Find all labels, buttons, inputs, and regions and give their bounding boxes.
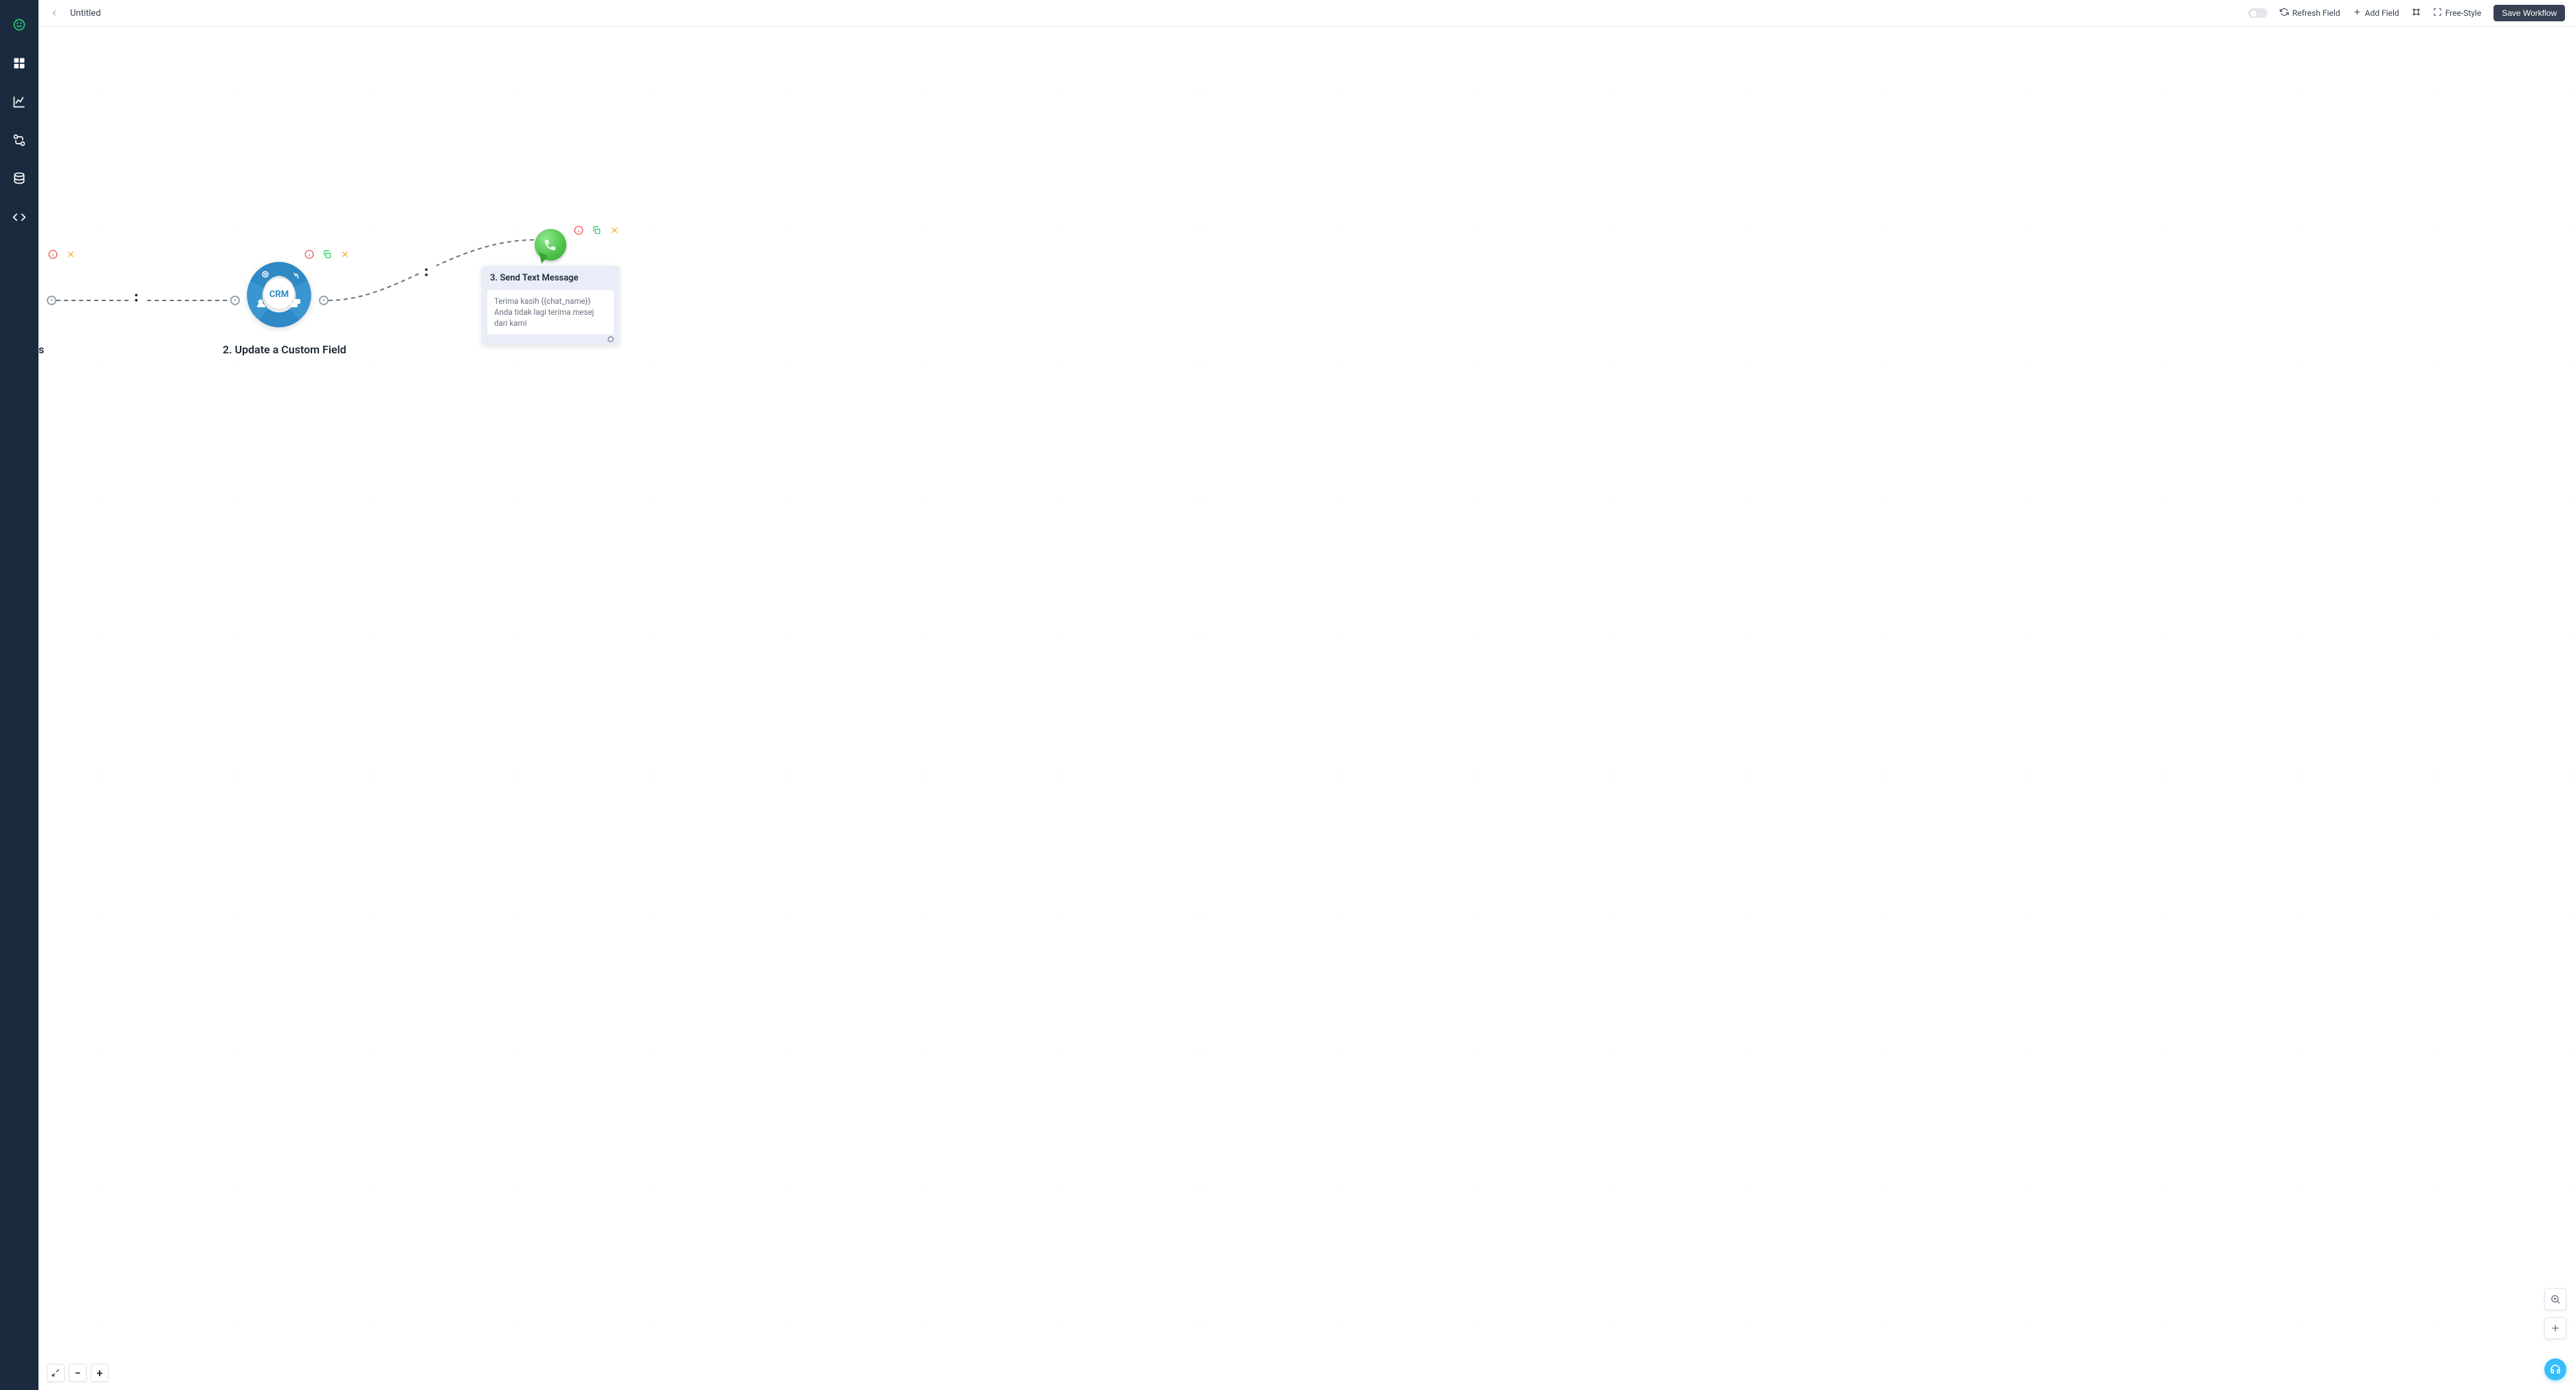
message-line-2: Anda tidak lagi terima mesej dari kami bbox=[494, 307, 607, 329]
toggle-switch[interactable] bbox=[2248, 8, 2267, 18]
save-workflow-button[interactable]: Save Workflow bbox=[2494, 5, 2565, 21]
connector-cut-1[interactable] bbox=[131, 290, 146, 305]
back-button[interactable] bbox=[49, 8, 59, 18]
sidebar-database[interactable] bbox=[5, 165, 33, 192]
plus-icon bbox=[2353, 8, 2362, 19]
crm-text: CRM bbox=[269, 289, 289, 300]
connector-out-node2[interactable] bbox=[319, 296, 329, 305]
connector-out-node1[interactable] bbox=[47, 296, 56, 305]
add-field-button[interactable]: Add Field bbox=[2353, 8, 2399, 19]
sidebar bbox=[0, 0, 38, 1390]
layout-icon bbox=[2412, 8, 2421, 19]
node3-whatsapp[interactable] bbox=[535, 229, 566, 261]
refresh-icon bbox=[2280, 8, 2289, 19]
message-line-1: Terima kasih {{chat_name}} bbox=[494, 296, 607, 307]
node1-info-icon[interactable] bbox=[47, 248, 59, 261]
freestyle-button[interactable]: Free-Style bbox=[2433, 8, 2482, 19]
headset-icon bbox=[2549, 1363, 2562, 1376]
sidebar-logo[interactable] bbox=[5, 11, 33, 38]
node1-close-icon[interactable] bbox=[65, 248, 77, 261]
layout-button[interactable] bbox=[2412, 8, 2421, 19]
node2-crm[interactable]: CRM bbox=[245, 259, 313, 328]
sidebar-dashboard[interactable] bbox=[5, 49, 33, 77]
connector-in-node2[interactable] bbox=[230, 296, 240, 305]
node3-actions bbox=[573, 224, 621, 236]
node1-actions bbox=[47, 248, 77, 261]
node3-copy-icon[interactable] bbox=[590, 224, 603, 236]
node2-copy-icon[interactable] bbox=[321, 248, 333, 261]
zoom-search-button[interactable] bbox=[2544, 1288, 2566, 1310]
node1-label-partial: s bbox=[38, 343, 44, 356]
node2-close-icon[interactable] bbox=[339, 248, 351, 261]
node3-title: 3. Send Text Message bbox=[482, 266, 619, 290]
node3-card-footer bbox=[482, 338, 619, 345]
connector-out-node3[interactable] bbox=[608, 336, 614, 342]
node3-message-body: Terima kasih {{chat_name}} Anda tidak la… bbox=[487, 290, 614, 334]
workflow-canvas[interactable]: s CRM bbox=[38, 27, 2576, 1390]
expand-icon bbox=[2433, 8, 2442, 19]
connector-cut-2[interactable] bbox=[421, 265, 436, 280]
crm-icon: CRM bbox=[245, 259, 313, 328]
sidebar-code[interactable] bbox=[5, 203, 33, 231]
refresh-label: Refresh Field bbox=[2292, 8, 2340, 18]
add-node-button[interactable] bbox=[2544, 1317, 2566, 1339]
page-title: Untitled bbox=[70, 8, 101, 19]
refresh-field-button[interactable]: Refresh Field bbox=[2280, 8, 2340, 19]
support-button[interactable] bbox=[2544, 1358, 2566, 1380]
node3-info-icon[interactable] bbox=[573, 224, 585, 236]
whatsapp-icon bbox=[535, 229, 566, 261]
add-field-label: Add Field bbox=[2365, 8, 2399, 18]
freestyle-label: Free-Style bbox=[2445, 8, 2482, 18]
zoom-controls: − + bbox=[47, 1364, 109, 1382]
floating-actions bbox=[2544, 1288, 2566, 1339]
zoom-fit-button[interactable] bbox=[47, 1364, 65, 1382]
sidebar-flows[interactable] bbox=[5, 126, 33, 154]
header: Untitled Refresh Field Add Field Free-St… bbox=[38, 0, 2576, 27]
zoom-in-button[interactable]: + bbox=[91, 1364, 109, 1382]
sidebar-analytics[interactable] bbox=[5, 88, 33, 115]
zoom-out-button[interactable]: − bbox=[69, 1364, 87, 1382]
node3-message-card[interactable]: 3. Send Text Message Terima kasih {{chat… bbox=[482, 266, 619, 345]
node2-label: 2. Update a Custom Field bbox=[223, 343, 346, 356]
node3-close-icon[interactable] bbox=[608, 224, 621, 236]
